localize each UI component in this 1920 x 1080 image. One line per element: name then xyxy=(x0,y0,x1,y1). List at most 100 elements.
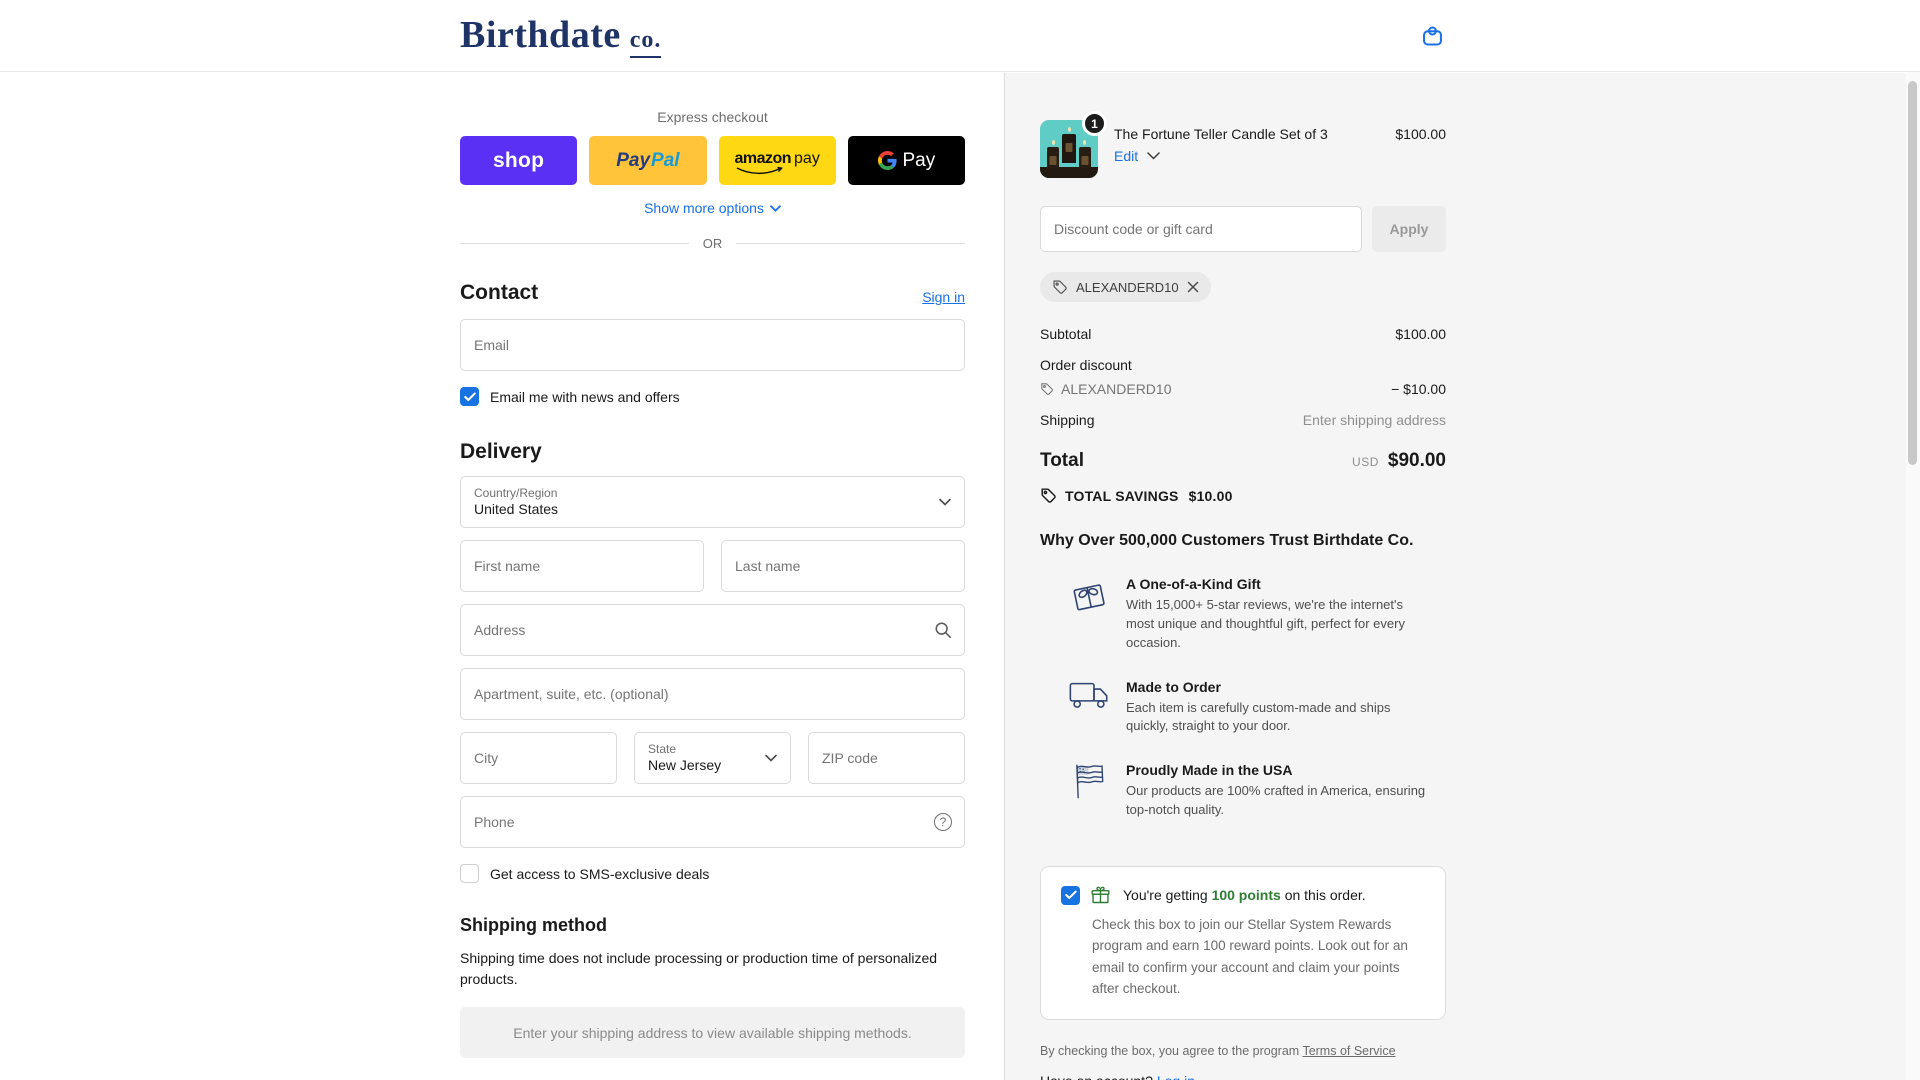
currency-code: USD xyxy=(1352,455,1379,469)
feature-title: Proudly Made in the USA xyxy=(1126,762,1426,778)
checkout-header: Birthdate co. xyxy=(0,0,1920,72)
total-savings-row: TOTAL SAVINGS $10.00 xyxy=(1040,487,1446,504)
feature-description: Our products are 100% crafted in America… xyxy=(1126,782,1426,820)
phone-help-icon[interactable]: ? xyxy=(934,813,952,831)
country-select[interactable]: Country/Region United States xyxy=(460,476,965,528)
account-prompt: Have an account?Log in xyxy=(1040,1073,1446,1080)
news-offers-row: Email me with news and offers xyxy=(460,387,965,406)
sms-deals-label: Get access to SMS-exclusive deals xyxy=(490,866,709,882)
chevron-down-icon xyxy=(770,205,781,212)
scrollbar-thumb[interactable] xyxy=(1908,81,1917,465)
savings-value: $10.00 xyxy=(1189,488,1233,504)
country-select-label: Country/Region xyxy=(474,486,558,501)
checkmark-icon xyxy=(1065,890,1077,900)
state-select-label: State xyxy=(648,742,721,757)
usa-flag-icon xyxy=(1068,762,1110,820)
order-summary-panel: 1 The Fortune Teller Candle Set of 3 Edi… xyxy=(1004,73,1920,1080)
gpay-label: Pay xyxy=(903,150,936,172)
savings-label: TOTAL SAVINGS xyxy=(1065,488,1179,504)
shipping-method-heading: Shipping method xyxy=(460,915,965,936)
gift-icon xyxy=(1090,885,1111,906)
amazon-smile-icon xyxy=(735,166,787,175)
chevron-down-icon xyxy=(1147,152,1160,160)
address-input[interactable] xyxy=(460,604,965,656)
state-select[interactable]: State New Jersey xyxy=(634,732,791,784)
subtotal-value: $100.00 xyxy=(1395,326,1446,342)
phone-input[interactable] xyxy=(460,796,965,848)
country-select-value: United States xyxy=(474,501,558,519)
news-offers-label: Email me with news and offers xyxy=(490,389,680,405)
cart-button[interactable] xyxy=(1419,22,1446,49)
login-link[interactable]: Log in xyxy=(1157,1073,1195,1080)
trust-feature: Made to Order Each item is carefully cus… xyxy=(1040,679,1446,737)
show-more-options-label: Show more options xyxy=(644,200,764,216)
total-label: Total xyxy=(1040,450,1084,472)
order-item: 1 The Fortune Teller Candle Set of 3 Edi… xyxy=(1040,120,1446,178)
checkout-form-column: Express checkout shop PayPal amazonpay xyxy=(0,73,1004,1080)
logo-text: Birthdate xyxy=(460,13,621,57)
edit-label: Edit xyxy=(1114,148,1138,164)
discount-amount: − $10.00 xyxy=(1391,381,1446,397)
logo-suffix: co. xyxy=(630,27,662,58)
discount-code-input[interactable] xyxy=(1040,206,1362,252)
zip-input[interactable] xyxy=(808,732,965,784)
discount-code-row: ALEXANDERD10 xyxy=(1040,381,1172,397)
shop-pay-button[interactable]: shop xyxy=(460,136,577,185)
or-divider: OR xyxy=(460,236,965,251)
city-input[interactable] xyxy=(460,732,617,784)
tag-icon xyxy=(1040,382,1054,396)
first-name-input[interactable] xyxy=(460,540,704,592)
or-label: OR xyxy=(703,236,723,251)
google-g-icon xyxy=(878,151,897,170)
feature-description: Each item is carefully custom-made and s… xyxy=(1126,699,1426,737)
rewards-box: You're getting 100 points on this order.… xyxy=(1040,866,1446,1020)
checkmark-icon xyxy=(464,392,476,402)
total-value: $90.00 xyxy=(1388,450,1446,472)
amazon-pay-button[interactable]: amazonpay xyxy=(719,136,836,185)
shipping-value: Enter shipping address xyxy=(1303,412,1446,428)
delivery-truck-icon xyxy=(1068,679,1110,737)
chevron-down-icon xyxy=(765,754,777,762)
google-pay-button[interactable]: Pay xyxy=(848,136,965,185)
feature-description: With 15,000+ 5-star reviews, we're the i… xyxy=(1126,596,1426,653)
paypal-logo: PayPal xyxy=(616,150,679,172)
rewards-points: 100 points xyxy=(1212,887,1281,903)
shipping-method-note: Shipping time does not include processin… xyxy=(460,948,965,990)
tag-icon xyxy=(1040,487,1057,504)
scrollbar-track[interactable] xyxy=(1906,0,1920,1080)
shipping-label: Shipping xyxy=(1040,412,1095,428)
chevron-down-icon xyxy=(939,498,951,506)
store-logo[interactable]: Birthdate co. xyxy=(460,13,661,58)
shop-pay-logo: shop xyxy=(493,149,544,173)
close-icon xyxy=(1187,281,1199,293)
sms-deals-checkbox[interactable] xyxy=(460,864,479,883)
applied-discount-tag: ALEXANDERD10 xyxy=(1040,272,1211,302)
product-price: $100.00 xyxy=(1395,120,1446,142)
trust-heading: Why Over 500,000 Customers Trust Birthda… xyxy=(1040,532,1446,550)
remove-discount-button[interactable] xyxy=(1187,281,1199,293)
sign-in-link[interactable]: Sign in xyxy=(922,289,965,305)
email-input[interactable] xyxy=(460,319,965,371)
bag-icon xyxy=(1419,22,1446,49)
rewards-checkbox[interactable] xyxy=(1061,886,1080,905)
terms-note: By checking the box, you agree to the pr… xyxy=(1040,1044,1446,1058)
terms-of-service-link[interactable]: Terms of Service xyxy=(1302,1044,1395,1058)
rewards-title: You're getting 100 points on this order. xyxy=(1123,887,1366,903)
show-more-options-link[interactable]: Show more options xyxy=(460,200,965,216)
amazon-pay-logo: amazonpay xyxy=(734,150,819,172)
news-offers-checkbox[interactable] xyxy=(460,387,479,406)
trust-feature: Proudly Made in the USA Our products are… xyxy=(1040,762,1446,820)
feature-title: A One-of-a-Kind Gift xyxy=(1126,576,1426,592)
rewards-description: Check this box to join our Stellar Syste… xyxy=(1092,914,1423,999)
apply-discount-button[interactable]: Apply xyxy=(1372,206,1446,252)
discount-code-text: ALEXANDERD10 xyxy=(1061,381,1172,397)
apartment-input[interactable] xyxy=(460,668,965,720)
product-title: The Fortune Teller Candle Set of 3 xyxy=(1114,126,1385,142)
address-search-icon xyxy=(934,621,952,639)
paypal-button[interactable]: PayPal xyxy=(589,136,706,185)
last-name-input[interactable] xyxy=(721,540,965,592)
quantity-badge: 1 xyxy=(1082,111,1107,136)
express-checkout-label: Express checkout xyxy=(460,109,965,125)
order-discount-label: Order discount xyxy=(1040,357,1132,373)
edit-item-link[interactable]: Edit xyxy=(1114,148,1385,164)
